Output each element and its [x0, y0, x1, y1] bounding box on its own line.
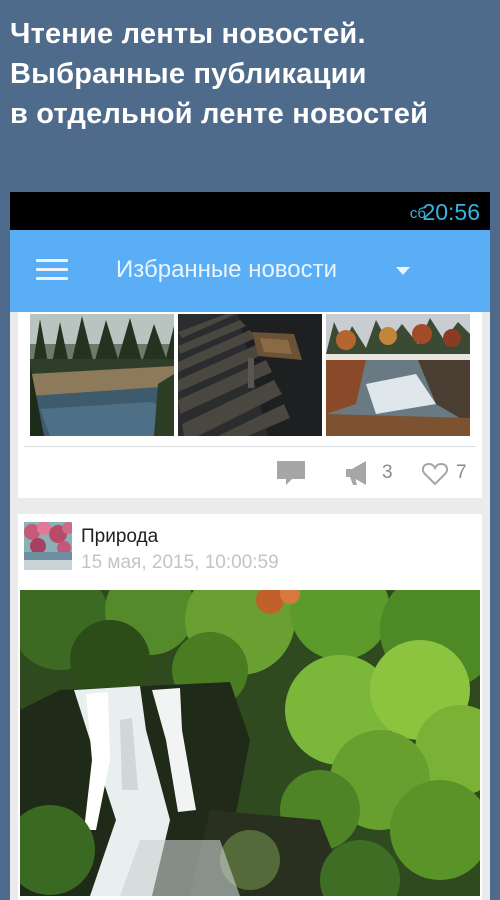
promo-line-2: Выбранные публикации	[10, 58, 367, 90]
repost-megaphone-icon[interactable]	[344, 459, 372, 492]
source-name[interactable]: Природа	[81, 526, 158, 548]
news-card-gallery[interactable]: 3 7	[18, 312, 482, 498]
card-divider	[24, 446, 476, 447]
source-avatar[interactable]	[24, 522, 72, 570]
news-card-post[interactable]: Природа 15 мая, 2015, 10:00:59	[18, 514, 482, 900]
comment-icon[interactable]	[276, 460, 306, 491]
promo-caption: Чтение ленты новостей. Выбранные публика…	[10, 14, 495, 134]
promo-line-1: Чтение ленты новостей.	[10, 18, 366, 50]
phone-screen: сб 20:56 Избранные новости 3 7 Природа 1…	[10, 192, 490, 900]
hamburger-menu-icon[interactable]	[36, 259, 68, 281]
autumn-lake-photo[interactable]	[326, 314, 470, 436]
dropdown-arrow-icon[interactable]	[396, 267, 410, 275]
app-bar-title[interactable]: Избранные новости	[116, 256, 337, 284]
post-date: 15 мая, 2015, 10:00:59	[81, 552, 279, 573]
waterfall-photo[interactable]	[20, 590, 480, 896]
app-bar: Избранные новости	[10, 230, 490, 312]
forest-lake-photo[interactable]	[30, 314, 174, 436]
status-bar: сб 20:56	[10, 192, 490, 230]
pier-boat-photo[interactable]	[178, 314, 322, 436]
heart-icon[interactable]	[421, 462, 449, 491]
repost-count: 3	[382, 462, 393, 483]
like-count: 7	[456, 462, 467, 483]
promo-line-3: в отдельной ленте новостей	[10, 98, 429, 130]
status-time: 20:56	[422, 199, 480, 225]
